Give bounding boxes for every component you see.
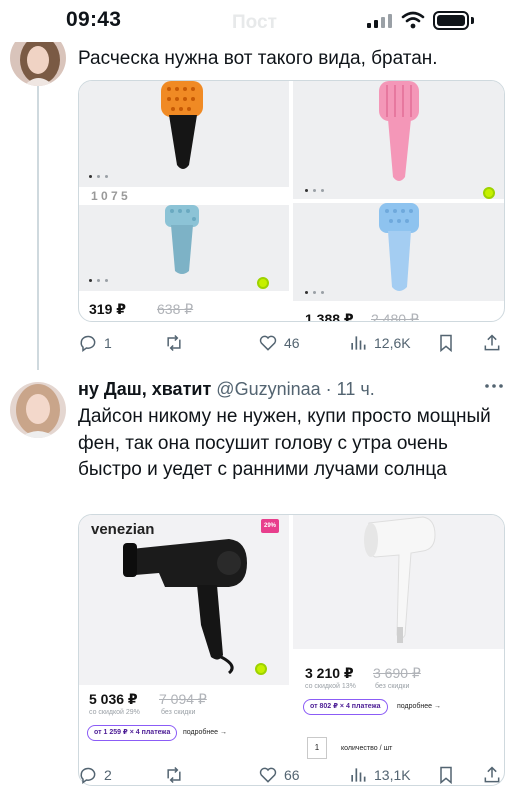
wifi-icon [401,11,425,29]
tweet-actions: 1 46 12,6K [78,330,505,356]
hairbrush-image [379,81,419,181]
views-icon [351,768,366,782]
thread-line [37,78,39,370]
tweet-media[interactable]: 1 0 7 5 319 ₽ 638 ₽ 1 388 ₽ 2 480 ₽ [78,80,505,322]
media-image[interactable]: venezian 29% [79,515,289,685]
discount-note: со скидкой 29% [89,709,140,716]
views-icon [351,336,366,350]
installment-pill[interactable]: от 802 ₽ × 4 платежа [303,699,388,715]
quantity-label: количество / шт [341,745,393,752]
hairbrush-image [161,81,203,169]
like-count: 46 [284,335,300,351]
like-button[interactable]: 66 [258,762,300,788]
share-icon [484,766,500,783]
bookmark-icon [440,334,452,353]
avatar[interactable] [10,382,66,438]
brand-name: venezian [91,521,155,538]
old-price: 638 ₽ [157,301,194,317]
tweet-text: Дайсон никому не нужен, купи просто мощн… [78,406,491,480]
battery-tip [471,17,474,24]
badge-dot [483,187,495,199]
carousel-dots [89,279,108,282]
bookmark-button[interactable] [436,330,456,356]
carousel-dots [305,291,324,294]
retweet-icon [167,766,181,784]
tweet-header: ну Даш, хватит @Guzyninaa · 11 ч. [78,379,375,400]
signal-icon [367,14,392,28]
price: 1 388 ₽ [305,311,354,322]
retweet-button[interactable] [164,330,190,356]
hairbrush-image [379,203,419,291]
like-icon [259,767,277,783]
reply-count: 1 [104,335,112,351]
media-image[interactable] [293,203,504,301]
media-image[interactable] [79,81,289,187]
hairdryer-image [123,539,247,675]
reply-count: 2 [104,767,112,783]
views-button[interactable]: 12,6K [348,330,411,356]
discount-badge: 29% [261,519,279,533]
reply-icon [80,335,96,352]
share-button[interactable] [482,762,502,788]
page-title: Пост [232,12,277,33]
reply-button[interactable]: 2 [78,762,112,788]
old-price: 3 690 ₽ [373,665,421,681]
badge-dot [257,277,269,289]
like-icon [259,335,277,351]
view-count: 13,1K [374,767,411,783]
status-time: 09:43 [66,8,122,31]
installment-pill[interactable]: от 1 259 ₽ × 4 платежа [87,725,178,741]
bookmark-icon [440,766,452,785]
price-partial: 1 0 7 5 [91,189,128,203]
separator: · [325,379,332,399]
price: 3 210 ₽ [305,665,354,681]
views-button[interactable]: 13,1K [348,762,411,788]
media-image[interactable] [79,205,289,291]
timestamp[interactable]: 11 ч. [337,379,375,399]
more-link[interactable]: подробнее → [183,729,227,736]
battery-icon [433,11,469,30]
retweet-button[interactable] [164,762,190,788]
user-handle[interactable]: @Guzyninaa [216,379,320,399]
more-icon[interactable] [484,380,504,392]
reply-button[interactable]: 1 [78,330,112,356]
like-button[interactable]: 46 [258,330,300,356]
media-image[interactable] [293,515,504,649]
discount-note: со скидкой 13% [305,683,356,690]
share-icon [484,334,500,351]
old-price-note: без скидки [375,683,410,690]
old-price: 2 480 ₽ [371,311,419,322]
more-link[interactable]: подробнее → [397,703,441,710]
hairdryer-image [364,516,436,643]
old-price: 7 094 ₽ [159,691,207,707]
bookmark-button[interactable] [436,762,456,788]
quantity-field[interactable]: 1 [307,737,327,759]
share-button[interactable] [482,330,502,356]
like-count: 66 [284,767,300,783]
carousel-dots [89,175,108,178]
price: 5 036 ₽ [89,691,138,707]
display-name[interactable]: ну Даш, хватит [78,379,211,399]
reply-icon [80,767,96,784]
media-image[interactable] [293,81,504,199]
price: 319 ₽ [89,301,126,317]
badge-dot [255,663,267,675]
tweet-text: Расческа нужна вот такого вида, братан. [78,48,438,69]
status-bar: Пост 09:43 [0,0,516,42]
tweet-actions: 2 66 13,1K [78,762,505,788]
tweet-media[interactable]: venezian 29% 5 036 ₽ 7 094 ₽ со скидкой … [78,514,505,786]
retweet-icon [167,334,181,352]
old-price-note: без скидки [161,709,196,716]
view-count: 12,6K [374,335,411,351]
carousel-dots [305,189,324,192]
